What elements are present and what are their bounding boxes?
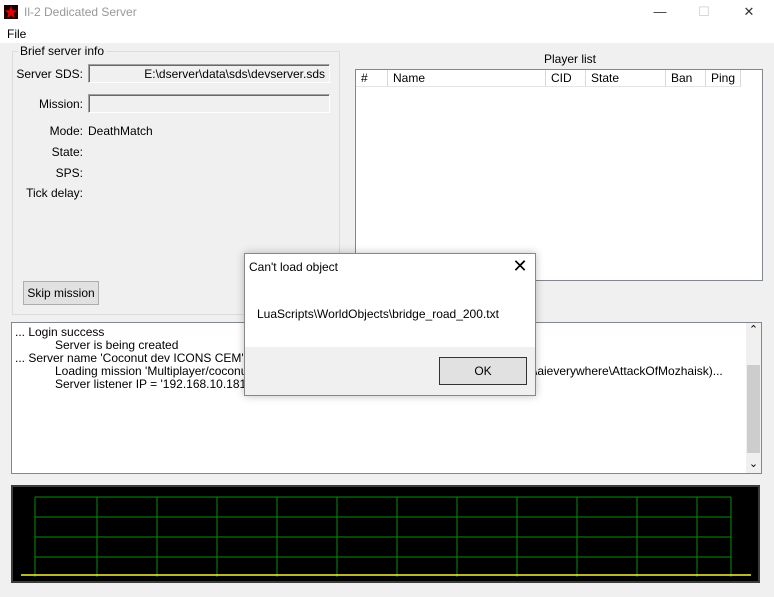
dialog-message: LuaScripts\WorldObjects\bridge_road_200.… <box>257 307 499 321</box>
tick-delay-label: Tick delay: <box>26 186 83 200</box>
column-header-ping[interactable]: Ping <box>706 70 741 87</box>
log-line: Server is being created <box>15 338 179 352</box>
server-sds-value: E:\dserver\data\sds\devserver.sds <box>144 67 325 81</box>
skip-mission-button[interactable]: Skip mission <box>23 281 99 305</box>
scroll-up-icon[interactable]: ⌃ <box>746 323 761 336</box>
scroll-thumb[interactable] <box>747 365 760 453</box>
mission-label: Mission: <box>38 97 83 111</box>
mode-value: DeathMatch <box>88 124 153 138</box>
log-scrollbar[interactable]: ⌃ ⌄ <box>746 323 761 473</box>
log-line: Server listener IP = '192.168.10.181' <box>15 377 249 391</box>
column-header-number[interactable]: # <box>356 70 388 87</box>
menu-file[interactable]: File <box>7 27 26 41</box>
mode-label: Mode: <box>49 124 83 138</box>
player-list[interactable]: # Name CID State Ban Ping <box>355 69 763 281</box>
server-sds-label: Server SDS: <box>16 67 83 81</box>
state-label: State: <box>51 145 83 159</box>
menu-bar <box>0 24 774 43</box>
column-header-state[interactable]: State <box>586 70 666 87</box>
log-line: ... Login success <box>15 325 105 339</box>
error-dialog: Can't load object ✕ LuaScripts\WorldObje… <box>244 253 536 396</box>
sps-label: SPS: <box>55 166 83 180</box>
mission-field[interactable] <box>88 94 330 113</box>
performance-graph <box>11 485 760 583</box>
log-line-tail: \aieverywhere\AttackOfMozhaisk)... <box>534 364 723 378</box>
graph-grid <box>21 496 751 577</box>
minimize-button[interactable]: — <box>650 4 670 20</box>
log-line: Loading mission 'Multiplayer/coconut\a <box>15 364 261 378</box>
log-line: ... Server name 'Coconut dev ICONS CEM' <box>15 351 244 365</box>
server-info-title: Brief server info <box>18 44 107 58</box>
window-title: Il-2 Dedicated Server <box>24 5 137 19</box>
column-header-cid[interactable]: CID <box>546 70 586 87</box>
dialog-title: Can't load object <box>249 260 339 274</box>
ok-button[interactable]: OK <box>439 357 527 385</box>
close-button[interactable]: ✕ <box>739 4 759 20</box>
app-icon <box>4 5 18 19</box>
maximize-button[interactable]: ☐ <box>694 4 714 20</box>
column-header-ban[interactable]: Ban <box>666 70 706 87</box>
scroll-down-icon[interactable]: ⌄ <box>746 457 761 470</box>
server-sds-field[interactable]: E:\dserver\data\sds\devserver.sds <box>88 64 330 83</box>
column-header-name[interactable]: Name <box>388 70 546 87</box>
dialog-close-icon[interactable]: ✕ <box>511 257 529 275</box>
player-list-title: Player list <box>544 52 597 66</box>
